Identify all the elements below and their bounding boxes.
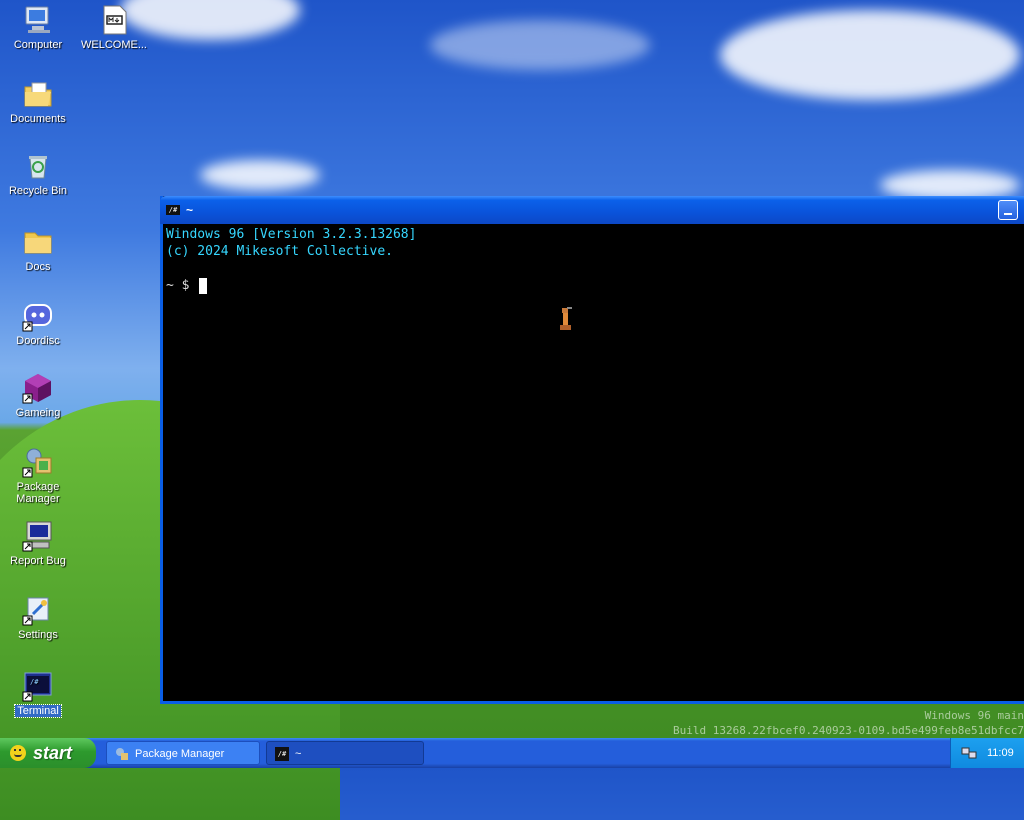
system-tray: 11:09 (950, 738, 1024, 768)
package-manager-icon (22, 448, 52, 478)
desktop-icon-documents[interactable]: Documents (2, 78, 74, 125)
terminal-title: ~ (186, 203, 194, 217)
terminal-icon: /# (275, 747, 289, 761)
package-manager-icon (116, 748, 128, 760)
terminal-output[interactable]: Windows 96 [Version 3.2.3.13268] (c) 202… (163, 224, 1024, 701)
terminal-prompt: ~ $ (166, 278, 190, 293)
terminal-icon: /# (22, 672, 52, 702)
terminal-title-bar[interactable]: /# ~ (160, 196, 1024, 224)
documents-folder-icon (24, 82, 52, 107)
taskbar-item-label: ~ (295, 748, 302, 760)
terminal-line-version: Windows 96 [Version 3.2.3.13268] (166, 227, 417, 242)
desktop-icon-report-bug[interactable]: Report Bug (2, 520, 74, 567)
markdown-file-icon (103, 5, 127, 35)
start-button[interactable]: start (0, 738, 96, 768)
desktop-icon-docs[interactable]: Docs (2, 226, 74, 273)
settings-icon (22, 597, 49, 626)
desktop-icon-recycle-bin[interactable]: Recycle Bin (2, 150, 74, 197)
start-label: start (33, 743, 73, 763)
build-watermark: Windows 96 main Build 13268.22fbcef0.240… (673, 708, 1024, 738)
terminal-cursor (199, 277, 208, 294)
desktop-icon-settings[interactable]: Settings (2, 594, 74, 641)
terminal-window[interactable]: /# ~ Windows 96 [Version 3.2.3.13268] (c… (160, 196, 1024, 704)
taskbar-item-terminal[interactable]: /# ~ (266, 741, 424, 765)
clock[interactable]: 11:09 (987, 747, 1014, 759)
minimize-button[interactable] (998, 200, 1018, 220)
character-sprite-icon (560, 307, 572, 330)
report-bug-icon (22, 521, 52, 552)
folder-icon (24, 232, 52, 254)
taskbar-item-label: Package Manager (135, 748, 225, 760)
desktop-icon-computer[interactable]: Computer (2, 4, 74, 51)
network-icon[interactable] (961, 746, 977, 760)
desktop-icon-welcome[interactable]: WELCOME... (78, 4, 150, 51)
terminal-title-icon: /# (166, 205, 180, 215)
gaming-cube-icon (22, 374, 51, 404)
computer-icon (25, 6, 50, 33)
desktop-icon-terminal[interactable]: /# Terminal (2, 670, 74, 718)
terminal-prompt-line[interactable]: ~ $ (166, 277, 1024, 294)
taskbar-item-package-manager[interactable]: Package Manager (106, 741, 260, 765)
watermark-line-1: Windows 96 main (924, 709, 1024, 722)
svg-text:/#: /# (30, 678, 39, 686)
desktop-icon-gameing[interactable]: Gameing (2, 372, 74, 419)
recycle-bin-icon (29, 156, 47, 179)
taskbar: start Package Manager /# ~ 11:09 (0, 738, 1024, 768)
desktop-icon-package-manager[interactable]: Package Manager (2, 446, 74, 505)
doordisc-icon (22, 304, 52, 332)
watermark-line-2: Build 13268.22fbcef0.240923-0109.bd5e499… (673, 724, 1024, 737)
terminal-line-copyright: (c) 2024 Mikesoft Collective. (166, 244, 393, 259)
smiley-logo-icon (10, 745, 26, 761)
desktop-icon-doordisc[interactable]: Doordisc (2, 300, 74, 347)
